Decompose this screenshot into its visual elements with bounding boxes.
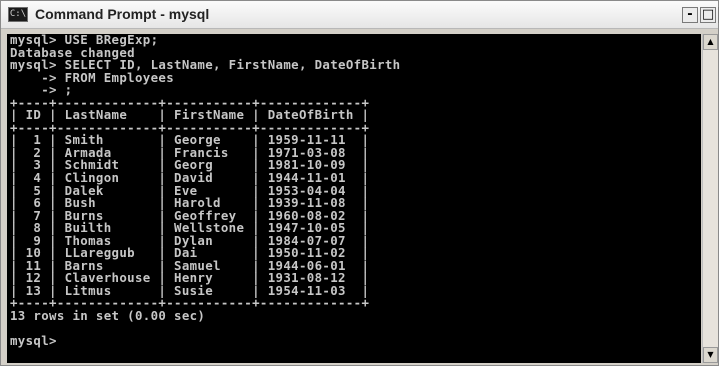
maximize-button[interactable]: □ — [700, 7, 716, 23]
console-line — [7, 323, 701, 336]
vertical-scrollbar[interactable]: ▲ ▼ — [702, 34, 718, 363]
scroll-down-arrow-icon[interactable]: ▼ — [703, 347, 718, 363]
window-title: Command Prompt - mysql — [35, 6, 210, 22]
minimize-button[interactable]: - — [682, 7, 698, 23]
command-prompt-window: C:\ Command Prompt - mysql - □ x mysql> … — [0, 0, 719, 366]
console-icon: C:\ — [8, 7, 28, 22]
console-output[interactable]: mysql> USE BRegExp; Database changed mys… — [7, 34, 701, 363]
result-summary: 13 rows in set (0.00 sec) — [10, 308, 206, 324]
command-prompt-line[interactable]: mysql> — [7, 335, 701, 348]
scroll-up-arrow-icon[interactable]: ▲ — [703, 34, 718, 50]
title-bar[interactable]: C:\ Command Prompt - mysql - □ x — [1, 1, 719, 29]
console-line: -> FROM Employees — [10, 69, 175, 85]
